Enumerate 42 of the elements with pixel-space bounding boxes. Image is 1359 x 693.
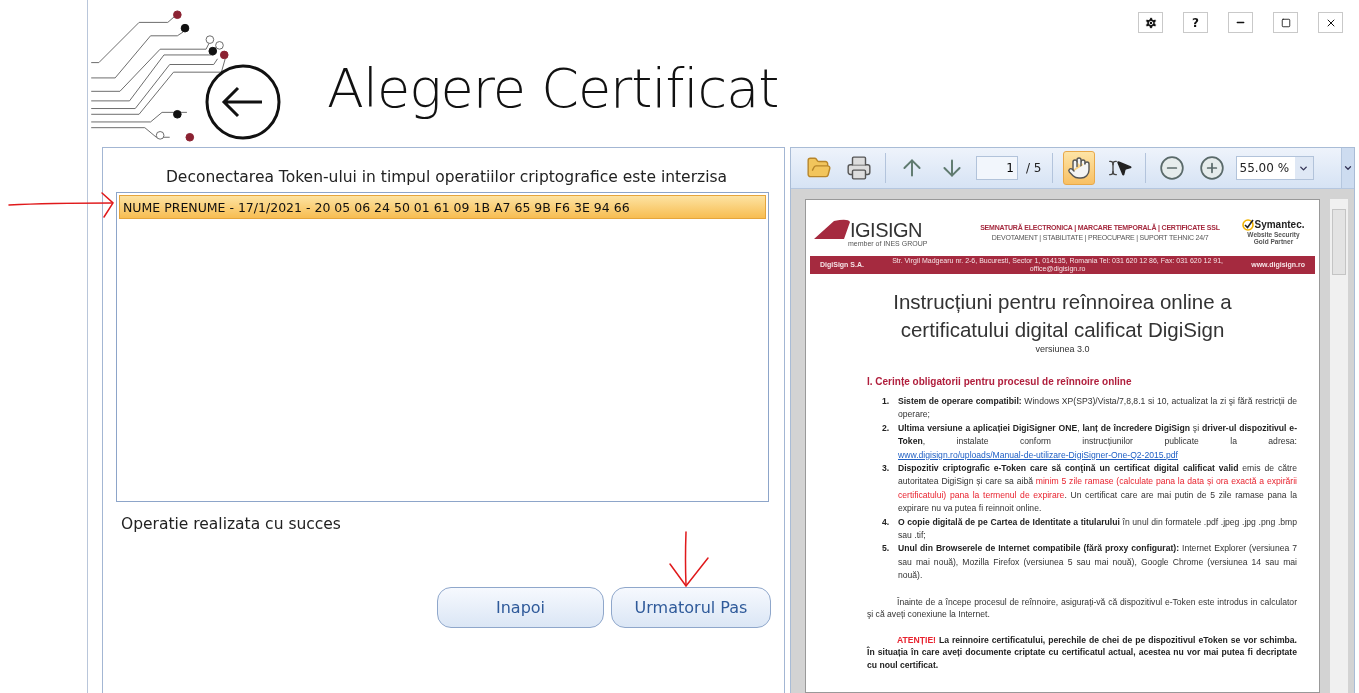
list-number: 4. bbox=[882, 515, 891, 529]
checkmark-icon bbox=[1242, 218, 1255, 231]
requirement-text: O copie digitală de pe Cartea de Identitate a titularului în unul din formatele .pdf .jpeg .jpg .png .bmp sau .tif; bbox=[898, 515, 1297, 543]
brand-name: IGISIGN bbox=[850, 219, 923, 240]
page-number-field[interactable]: 1 bbox=[976, 156, 1018, 180]
scrollbar[interactable] bbox=[1330, 199, 1348, 693]
list-number: 5. bbox=[882, 542, 891, 556]
maximize-icon bbox=[1280, 17, 1291, 28]
dropdown-caret-icon[interactable] bbox=[1294, 157, 1313, 179]
next-step-button[interactable]: Urmatorul Pas bbox=[611, 587, 771, 628]
document-version: versiunea 3.0 bbox=[1034, 344, 1091, 354]
back-button[interactable] bbox=[203, 62, 283, 142]
zoom-dropdown[interactable]: 55.00 % bbox=[1235, 156, 1314, 180]
settings-button[interactable] bbox=[1138, 12, 1163, 33]
maximize-button[interactable] bbox=[1273, 12, 1298, 33]
page-count: / 5 bbox=[1026, 161, 1042, 175]
list-number: 1. bbox=[882, 395, 891, 408]
hand-tool-button[interactable] bbox=[1062, 151, 1095, 185]
pointer-icon bbox=[1114, 159, 1133, 177]
document-title: Instrucțiuni pentru reînnoirea online a bbox=[892, 289, 1233, 315]
toolbar-overflow-icon[interactable] bbox=[1341, 148, 1354, 188]
requirement-text: Dispozitiv criptografic e-Token care să conţină un certificat digital calificat valid emis de către autoritatea DigiSign și care sa aibă minim 5 zile ramase (calculate pana la data și ora exactă a expirării certificatului) pana la termenul de expirare. Un certificat care are mai putin de 5 zile ramase pana la expirare nu va putea fi reinnoit online. bbox=[898, 462, 1297, 516]
settings-icon bbox=[1143, 15, 1158, 30]
back-step-button[interactable]: Inapoi bbox=[437, 587, 604, 628]
list-number: 2. bbox=[882, 421, 891, 435]
status-message: Operatie realizata cu succes bbox=[121, 515, 342, 533]
partner-name: Symantec. bbox=[1254, 219, 1305, 231]
document-title: certificatului digital calificat DigiSign bbox=[899, 317, 1226, 343]
scroll-thumb[interactable] bbox=[1332, 209, 1346, 275]
document-link[interactable]: www.digisign.ro/uploads/Manual-de-utilizare-DigiSigner-One-Q2-2015.pdf bbox=[898, 449, 1178, 460]
requirement-text: Sistem de operare compatibil: Windows XP(SP3)/Vista/7,8,8.1 si 10, actualizat la zi şi fără restricții de operare; bbox=[898, 395, 1297, 422]
notice-text: Deconectarea Token-ului in timpul operatiilor criptografice este interzisa bbox=[164, 168, 729, 186]
document-paragraph: Înainte de a începe procesul de reînnoire, asigurați-vă că dispozitivul e-Token este introdus in calculator şi că aveți conexiune la Internet. bbox=[867, 595, 1297, 621]
requirement-text: Ultima versiune a aplicației DigiSigner ONE, lanț de încredere DigiSign şi driver-ul dispozitivul e-Token, instalate conform instrucțiunilor publicate la adresa: www.digisign.ro/uploads/Manual-de-utilizare-DigiSigner-One-Q2-2015.pdf bbox=[898, 421, 1297, 462]
close-button[interactable] bbox=[1318, 12, 1343, 33]
help-button[interactable]: ? bbox=[1183, 12, 1208, 33]
requirement-text: Unul din Browserele de Internet compatibile (fără proxy configurat): Internet Explorer (versiunea 7 sau mai nouă), Mozilla Firefox (versiunea 5 sau mai nouă), Google Chrome (versiunea 14 sau mai nouă). bbox=[898, 542, 1297, 583]
document-paragraph: ATENȚIE! La reinnoire certificatului, perechile de chei de pe dispozitivul eToken se vor schimba. În situația în care aveți documente criptate cu certificatul actual, acestea nu vor mai putea fi decriptate cu noul certificat. bbox=[867, 633, 1297, 672]
section-heading: I. Cerințe obligatorii pentru procesul de reînnoire online bbox=[867, 376, 1133, 387]
list-number: 3. bbox=[882, 462, 891, 476]
certificate-item[interactable]: NUME PRENUME - 17/1/2021 - 20 05 06 24 50 01 61 09 1B A7 65 9B F6 3E 94 66 bbox=[119, 195, 766, 219]
logo-swoosh-icon bbox=[814, 217, 850, 240]
